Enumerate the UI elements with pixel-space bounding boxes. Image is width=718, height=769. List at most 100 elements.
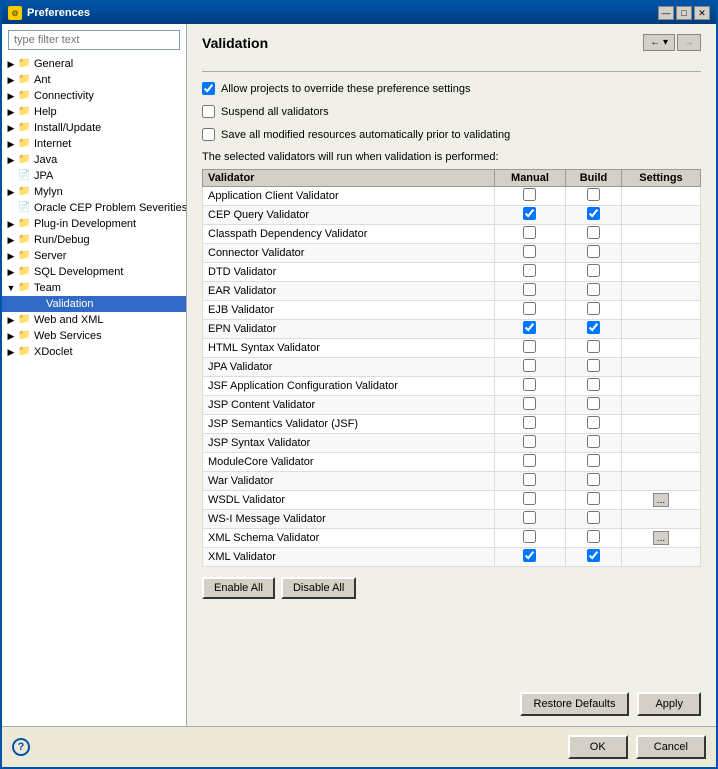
enable-all-button[interactable]: Enable All [202, 577, 275, 599]
validator-build-checkbox[interactable] [587, 549, 600, 562]
validator-manual-checkbox[interactable] [523, 283, 536, 296]
sidebar-item-team[interactable]: 📁 Team [2, 280, 186, 296]
sidebar-item-validation[interactable]: Validation [2, 296, 186, 312]
validator-manual-checkbox[interactable] [523, 359, 536, 372]
validator-build-checkbox[interactable] [587, 473, 600, 486]
validator-manual-checkbox[interactable] [523, 264, 536, 277]
validator-build-checkbox[interactable] [587, 340, 600, 353]
folder-icon: 📁 [18, 234, 32, 246]
validator-manual-checkbox[interactable] [523, 226, 536, 239]
validator-name: War Validator [203, 472, 495, 491]
validator-build-checkbox[interactable] [587, 226, 600, 239]
validator-manual-checkbox[interactable] [523, 454, 536, 467]
close-button[interactable]: ✕ [694, 6, 710, 20]
filter-input[interactable] [8, 30, 180, 50]
section-description: The selected validators will run when va… [202, 151, 701, 163]
validator-manual-checkbox[interactable] [523, 188, 536, 201]
table-row: HTML Syntax Validator [203, 339, 701, 358]
validator-name: ModuleCore Validator [203, 453, 495, 472]
validator-manual-checkbox[interactable] [523, 473, 536, 486]
validator-build-cell [566, 225, 622, 244]
validator-settings-cell [621, 548, 700, 567]
validator-build-checkbox[interactable] [587, 397, 600, 410]
validator-build-checkbox[interactable] [587, 321, 600, 334]
validator-build-checkbox[interactable] [587, 511, 600, 524]
help-button[interactable]: ? [12, 738, 30, 756]
validator-build-checkbox[interactable] [587, 264, 600, 277]
ok-button[interactable]: OK [568, 735, 628, 759]
cancel-button[interactable]: Cancel [636, 735, 706, 759]
table-row: JSP Content Validator [203, 396, 701, 415]
sidebar-item-oracle-cep[interactable]: 📄 Oracle CEP Problem Severities [2, 200, 186, 216]
validator-build-cell [566, 415, 622, 434]
validator-build-checkbox[interactable] [587, 454, 600, 467]
save-row: Save all modified resources automaticall… [202, 128, 701, 141]
validator-manual-checkbox[interactable] [523, 416, 536, 429]
sidebar-item-general[interactable]: 📁 General [2, 56, 186, 72]
validator-manual-checkbox[interactable] [523, 492, 536, 505]
validator-build-checkbox[interactable] [587, 530, 600, 543]
allow-override-checkbox[interactable] [202, 82, 215, 95]
validator-settings-button[interactable]: ... [653, 493, 669, 507]
expander-ant [4, 73, 18, 87]
back-button[interactable]: ← ▾ [643, 34, 675, 51]
validator-manual-checkbox[interactable] [523, 321, 536, 334]
validator-build-checkbox[interactable] [587, 302, 600, 315]
title-buttons: — □ ✕ [658, 6, 710, 20]
sidebar-label-sql: SQL Development [34, 266, 123, 278]
sidebar-item-connectivity[interactable]: 📁 Connectivity [2, 88, 186, 104]
validator-build-checkbox[interactable] [587, 359, 600, 372]
sidebar-item-install-update[interactable]: 📁 Install/Update [2, 120, 186, 136]
expander-general [4, 57, 18, 71]
validator-build-checkbox[interactable] [587, 283, 600, 296]
sidebar-item-plugin-dev[interactable]: 📁 Plug-in Development [2, 216, 186, 232]
validator-build-checkbox[interactable] [587, 188, 600, 201]
validator-manual-checkbox[interactable] [523, 378, 536, 391]
restore-defaults-button[interactable]: Restore Defaults [520, 692, 630, 716]
validator-manual-checkbox[interactable] [523, 549, 536, 562]
minimize-button[interactable]: — [658, 6, 674, 20]
validator-manual-checkbox[interactable] [523, 397, 536, 410]
table-row: EPN Validator [203, 320, 701, 339]
validator-build-checkbox[interactable] [587, 378, 600, 391]
sidebar-item-web-services[interactable]: 📁 Web Services [2, 328, 186, 344]
sidebar-item-mylyn[interactable]: 📁 Mylyn [2, 184, 186, 200]
sidebar-item-sql[interactable]: 📁 SQL Development [2, 264, 186, 280]
save-checkbox[interactable] [202, 128, 215, 141]
validator-build-checkbox[interactable] [587, 245, 600, 258]
validator-settings-button[interactable]: ... [653, 531, 669, 545]
validator-build-checkbox[interactable] [587, 435, 600, 448]
disable-all-button[interactable]: Disable All [281, 577, 356, 599]
sidebar-item-jpa[interactable]: 📄 JPA [2, 168, 186, 184]
validator-build-checkbox[interactable] [587, 207, 600, 220]
validator-manual-checkbox[interactable] [523, 530, 536, 543]
sidebar-item-xdoclet[interactable]: 📁 XDoclet [2, 344, 186, 360]
validator-manual-checkbox[interactable] [523, 340, 536, 353]
sidebar-item-internet[interactable]: 📁 Internet [2, 136, 186, 152]
sidebar-item-java[interactable]: 📁 Java [2, 152, 186, 168]
sidebar-item-run-debug[interactable]: 📁 Run/Debug [2, 232, 186, 248]
validator-manual-checkbox[interactable] [523, 435, 536, 448]
validator-build-checkbox[interactable] [587, 492, 600, 505]
validator-build-cell [566, 263, 622, 282]
validator-build-checkbox[interactable] [587, 416, 600, 429]
col-header-validator: Validator [203, 170, 495, 187]
sidebar-item-server[interactable]: 📁 Server [2, 248, 186, 264]
apply-button[interactable]: Apply [637, 692, 701, 716]
validator-name: EPN Validator [203, 320, 495, 339]
validator-manual-checkbox[interactable] [523, 245, 536, 258]
validator-manual-checkbox[interactable] [523, 511, 536, 524]
validator-manual-checkbox[interactable] [523, 207, 536, 220]
validator-build-cell [566, 358, 622, 377]
maximize-button[interactable]: □ [676, 6, 692, 20]
sidebar-label-oracle: Oracle CEP Problem Severities [34, 202, 186, 214]
validator-settings-cell: ... [621, 529, 700, 548]
validator-manual-checkbox[interactable] [523, 302, 536, 315]
expander-run [4, 233, 18, 247]
sidebar-item-ant[interactable]: 📁 Ant [2, 72, 186, 88]
suspend-checkbox[interactable] [202, 105, 215, 118]
separator [202, 71, 701, 72]
sidebar-item-help[interactable]: 📁 Help [2, 104, 186, 120]
sidebar-item-web-xml[interactable]: 📁 Web and XML [2, 312, 186, 328]
forward-button[interactable]: → [677, 34, 701, 51]
